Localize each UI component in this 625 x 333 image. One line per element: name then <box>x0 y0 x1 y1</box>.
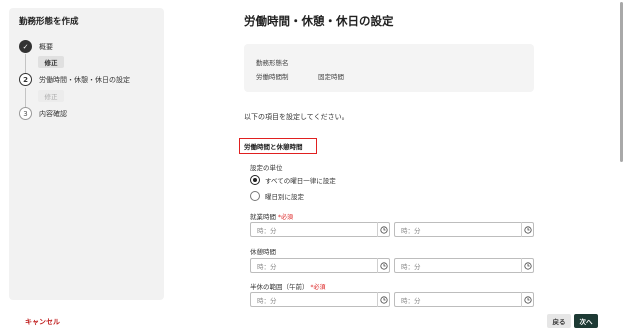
back-button[interactable]: 戻る <box>547 314 571 328</box>
time-placeholder: 時：分 <box>257 226 277 235</box>
step-confirm: 3 内容確認 <box>19 107 67 120</box>
time-placeholder: 時：分 <box>401 262 421 271</box>
summary-box: 勤務形態名 労働時間制 固定時間 <box>244 44 534 92</box>
step-number: 3 <box>19 107 32 120</box>
time-placeholder: 時：分 <box>401 296 421 305</box>
step-connector <box>25 88 26 108</box>
work-hours-label-text: 就業時間 <box>250 213 276 221</box>
work-start-time-input[interactable]: 時：分 <box>250 222 390 237</box>
edit-overview-button[interactable]: 修正 <box>38 56 64 68</box>
edit-working-hours-button: 修正 <box>38 90 64 102</box>
step-working-hours: 2 労働時間・休憩・休日の設定 <box>19 73 130 86</box>
section-title: 労働時間と休憩時間 <box>239 138 317 154</box>
clock-icon[interactable] <box>377 222 389 237</box>
break-end-time-input[interactable]: 時：分 <box>394 258 534 273</box>
check-icon: ✓ <box>19 40 32 53</box>
work-end-time-input[interactable]: 時：分 <box>394 222 534 237</box>
page-title: 労働時間・休憩・休日の設定 <box>244 14 394 28</box>
clock-icon[interactable] <box>377 292 389 307</box>
clock-icon[interactable] <box>521 258 533 273</box>
radio-label: すべての曜日一律に設定 <box>265 177 336 185</box>
clock-icon[interactable] <box>521 222 533 237</box>
break-label: 休憩時間 <box>250 248 276 256</box>
radio-checked-icon[interactable] <box>250 175 260 185</box>
half-day-label-text: 半休の範囲（午前） <box>250 283 309 291</box>
labor-system-label: 労働時間制 <box>256 73 289 81</box>
step-label: 労働時間・休憩・休日の設定 <box>39 75 130 84</box>
work-hours-label: 就業時間 *必須 <box>250 211 293 221</box>
radio-unchecked-icon[interactable] <box>250 191 260 201</box>
half-day-end-time-input[interactable]: 時：分 <box>394 292 534 307</box>
instruction-text: 以下の項目を設定してください。 <box>244 113 349 121</box>
clock-icon[interactable] <box>377 258 389 273</box>
labor-system-value: 固定時間 <box>318 73 344 81</box>
half-day-label: 半休の範囲（午前） *必須 <box>250 281 326 291</box>
radio-per-day[interactable]: 曜日別に設定 <box>250 191 304 201</box>
required-mark: *必須 <box>310 284 326 291</box>
work-style-name-label: 勤務形態名 <box>256 59 289 67</box>
cancel-link[interactable]: キャンセル <box>25 317 60 327</box>
radio-label: 曜日別に設定 <box>265 193 304 201</box>
step-overview: ✓ 概要 <box>19 40 53 53</box>
time-placeholder: 時：分 <box>257 296 277 305</box>
half-day-start-time-input[interactable]: 時：分 <box>250 292 390 307</box>
scrollbar-thumb[interactable] <box>620 2 623 162</box>
unit-label: 設定の単位 <box>250 164 283 172</box>
next-button[interactable]: 次へ <box>574 314 598 328</box>
time-placeholder: 時：分 <box>401 226 421 235</box>
time-placeholder: 時：分 <box>257 262 277 271</box>
step-label: 内容確認 <box>39 109 67 118</box>
stepper-title: 勤務形態を作成 <box>19 17 79 27</box>
radio-all-days[interactable]: すべての曜日一律に設定 <box>250 175 336 185</box>
step-number: 2 <box>19 73 32 86</box>
break-start-time-input[interactable]: 時：分 <box>250 258 390 273</box>
clock-icon[interactable] <box>521 292 533 307</box>
step-label: 概要 <box>39 42 53 51</box>
stepper-panel: 勤務形態を作成 ✓ 概要 修正 2 労働時間・休憩・休日の設定 修正 3 内容確… <box>9 8 164 300</box>
required-mark: *必須 <box>278 214 294 221</box>
